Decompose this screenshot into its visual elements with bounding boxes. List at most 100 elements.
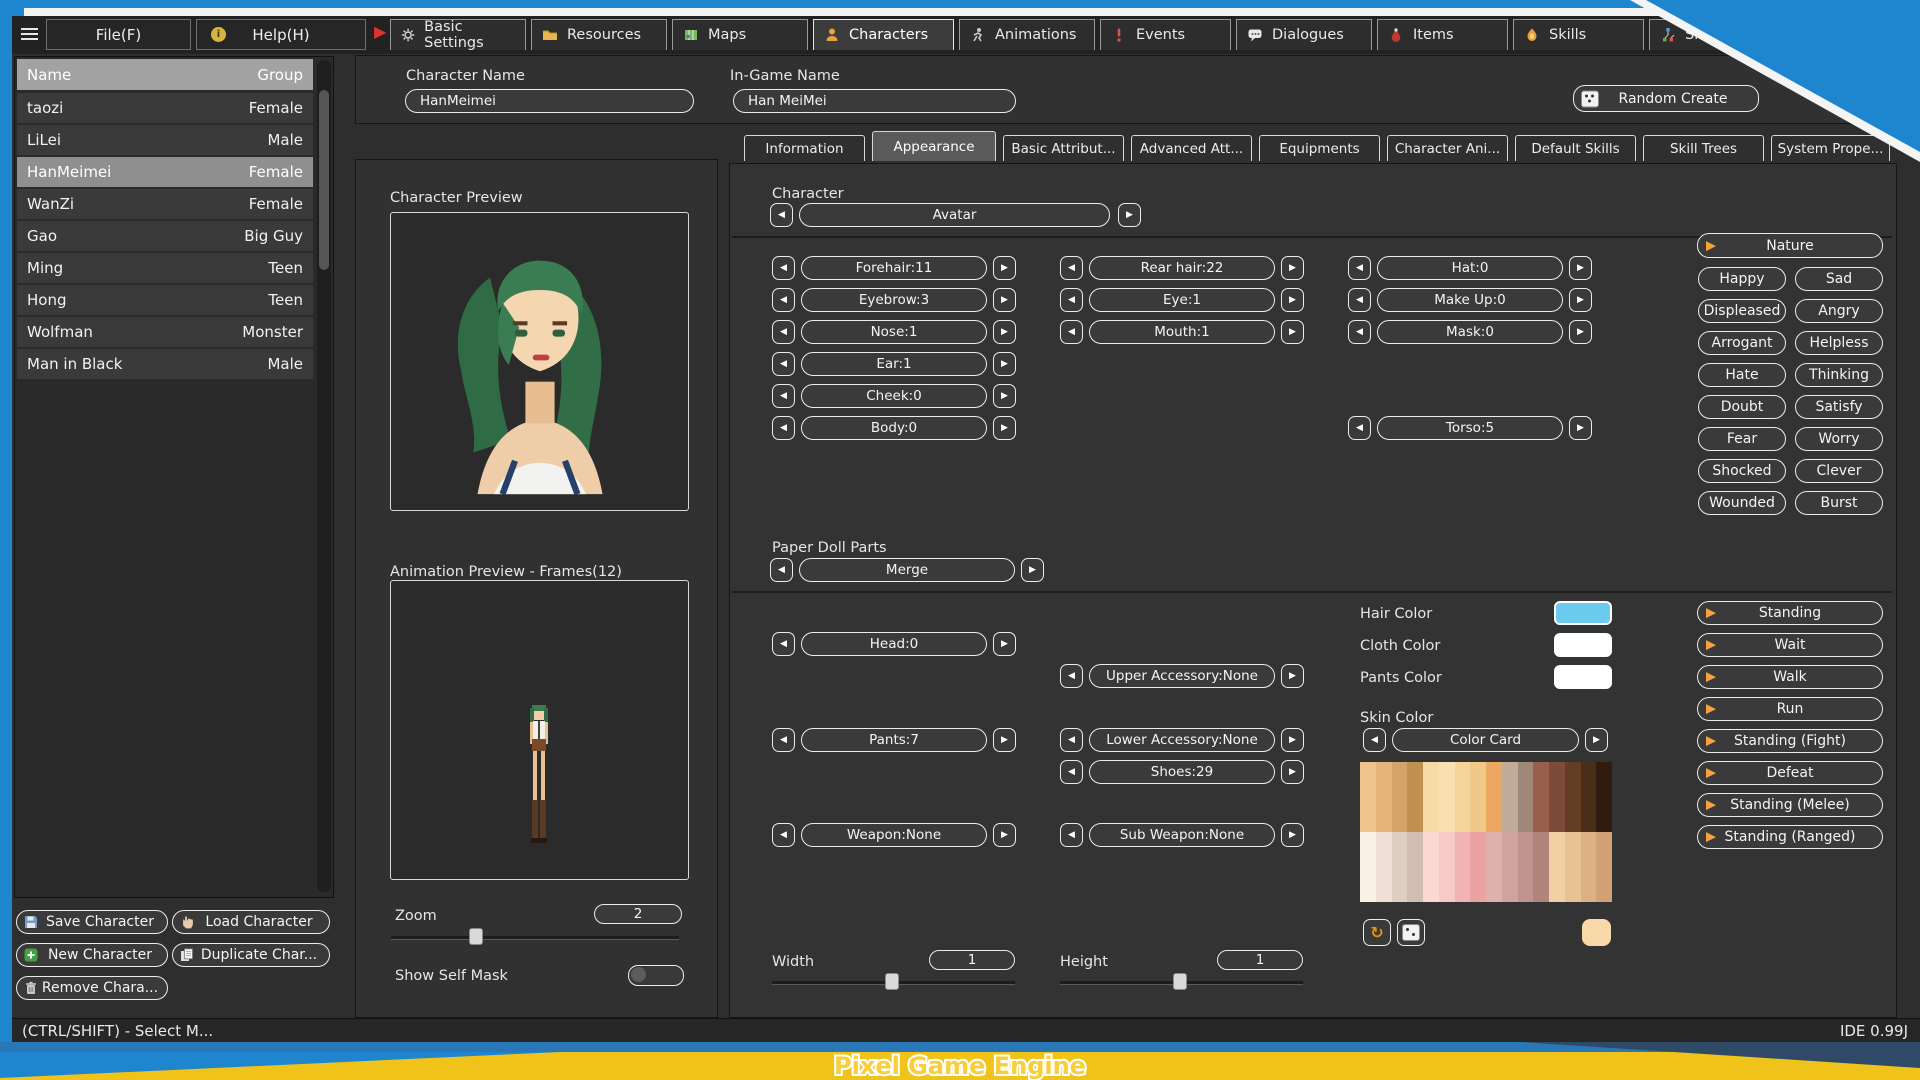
- rearhair-next[interactable]: ▶: [1281, 256, 1304, 280]
- emotion-clever[interactable]: Clever: [1795, 459, 1883, 483]
- upper-accessory-prev[interactable]: ◀: [1060, 664, 1083, 688]
- palette-swatch[interactable]: [1391, 832, 1408, 902]
- emotion-angry[interactable]: Angry: [1795, 299, 1883, 323]
- mask-next[interactable]: ▶: [1569, 320, 1592, 344]
- palette-swatch[interactable]: [1407, 832, 1423, 902]
- pose-wait[interactable]: ▶ Wait: [1697, 633, 1883, 657]
- emotion-displeased[interactable]: Displeased: [1698, 299, 1786, 323]
- tab-skill-trees-editor[interactable]: Skill Trees: [1643, 135, 1764, 161]
- pose-run[interactable]: ▶ Run: [1697, 697, 1883, 721]
- shoes-prev[interactable]: ◀: [1060, 760, 1083, 784]
- eye-next[interactable]: ▶: [1281, 288, 1304, 312]
- color-card-next[interactable]: ▶: [1585, 728, 1608, 752]
- remove-character-button[interactable]: Remove Chara...: [16, 976, 168, 1000]
- pose-standing-melee[interactable]: ▶ Standing (Melee): [1697, 793, 1883, 817]
- palette-swatch[interactable]: [1564, 762, 1581, 832]
- tab-system-properties[interactable]: System Prope...: [1771, 135, 1890, 161]
- random-color-button[interactable]: [1397, 919, 1425, 946]
- nose-selector[interactable]: Nose:1: [801, 320, 987, 344]
- zoom-value[interactable]: 2: [594, 904, 682, 924]
- hamburger-icon[interactable]: [21, 25, 38, 43]
- torso-prev[interactable]: ◀: [1348, 416, 1371, 440]
- lower-accessory-selector[interactable]: Lower Accessory:None: [1089, 728, 1275, 752]
- selected-skin-swatch[interactable]: [1582, 919, 1611, 946]
- palette-swatch[interactable]: [1533, 832, 1549, 902]
- makeup-next[interactable]: ▶: [1569, 288, 1592, 312]
- tab-basic-settings[interactable]: Basic Settings: [390, 19, 526, 51]
- body-selector[interactable]: Body:0: [801, 416, 987, 440]
- makeup-prev[interactable]: ◀: [1348, 288, 1371, 312]
- palette-swatch[interactable]: [1391, 762, 1408, 832]
- hat-next[interactable]: ▶: [1569, 256, 1592, 280]
- self-mask-toggle[interactable]: [628, 965, 684, 986]
- torso-selector[interactable]: Torso:5: [1377, 416, 1563, 440]
- hat-prev[interactable]: ◀: [1348, 256, 1371, 280]
- tab-advanced-attributes[interactable]: Advanced Att...: [1131, 135, 1252, 161]
- palette-swatch[interactable]: [1360, 762, 1376, 832]
- palette-swatch[interactable]: [1501, 762, 1518, 832]
- emotion-helpless[interactable]: Helpless: [1795, 331, 1883, 355]
- emotion-sad[interactable]: Sad: [1795, 267, 1883, 291]
- sub-weapon-selector[interactable]: Sub Weapon:None: [1089, 823, 1275, 847]
- tab-character-animations[interactable]: Character Ani...: [1387, 135, 1508, 161]
- emotion-shocked[interactable]: Shocked: [1698, 459, 1786, 483]
- list-item[interactable]: Wolfman Monster: [17, 317, 313, 347]
- palette-swatch[interactable]: [1438, 832, 1455, 902]
- pants-prev[interactable]: ◀: [772, 728, 795, 752]
- makeup-selector[interactable]: Make Up:0: [1377, 288, 1563, 312]
- forehair-next[interactable]: ▶: [993, 256, 1016, 280]
- palette-swatch[interactable]: [1407, 762, 1423, 832]
- weapon-selector[interactable]: Weapon:None: [801, 823, 987, 847]
- forehair-selector[interactable]: Forehair:11: [801, 256, 987, 280]
- duplicate-character-button[interactable]: Duplicate Char...: [172, 943, 330, 967]
- palette-swatch[interactable]: [1423, 762, 1439, 832]
- palette-swatch[interactable]: [1549, 832, 1565, 902]
- pants-color-swatch[interactable]: [1554, 665, 1612, 689]
- emotion-worry[interactable]: Worry: [1795, 427, 1883, 451]
- palette-swatch[interactable]: [1470, 832, 1486, 902]
- avatar-next-button[interactable]: ▶: [1118, 203, 1141, 227]
- width-value[interactable]: 1: [929, 950, 1015, 970]
- list-item[interactable]: WanZi Female: [17, 189, 313, 219]
- mask-prev[interactable]: ◀: [1348, 320, 1371, 344]
- weapon-prev[interactable]: ◀: [772, 823, 795, 847]
- merge-next[interactable]: ▶: [1021, 558, 1044, 582]
- palette-swatch[interactable]: [1580, 762, 1597, 832]
- list-item[interactable]: LiLei Male: [17, 125, 313, 155]
- palette-swatch[interactable]: [1486, 832, 1502, 902]
- nose-next[interactable]: ▶: [993, 320, 1016, 344]
- emotion-wounded[interactable]: Wounded: [1698, 491, 1786, 515]
- mouth-next[interactable]: ▶: [1281, 320, 1304, 344]
- list-scrollbar[interactable]: [317, 60, 331, 892]
- emotion-happy[interactable]: Happy: [1698, 267, 1786, 291]
- color-card-prev[interactable]: ◀: [1363, 728, 1386, 752]
- head-selector[interactable]: Head:0: [801, 632, 987, 656]
- lower-accessory-next[interactable]: ▶: [1281, 728, 1304, 752]
- tab-equipments[interactable]: Equipments: [1259, 135, 1380, 161]
- palette-swatch[interactable]: [1375, 762, 1392, 832]
- avatar-prev-button[interactable]: ◀: [770, 203, 793, 227]
- cheek-selector[interactable]: Cheek:0: [801, 384, 987, 408]
- mouth-prev[interactable]: ◀: [1060, 320, 1083, 344]
- cloth-color-swatch[interactable]: [1554, 633, 1612, 657]
- menu-file[interactable]: File(F): [46, 19, 191, 50]
- new-character-button[interactable]: New Character: [16, 943, 168, 967]
- upper-accessory-next[interactable]: ▶: [1281, 664, 1304, 688]
- body-next[interactable]: ▶: [993, 416, 1016, 440]
- cheek-prev[interactable]: ◀: [772, 384, 795, 408]
- nose-prev[interactable]: ◀: [772, 320, 795, 344]
- tab-default-skills[interactable]: Default Skills: [1515, 135, 1636, 161]
- list-item[interactable]: Man in Black Male: [17, 349, 313, 379]
- ear-prev[interactable]: ◀: [772, 352, 795, 376]
- palette-swatch[interactable]: [1533, 762, 1549, 832]
- rearhair-prev[interactable]: ◀: [1060, 256, 1083, 280]
- emotion-doubt[interactable]: Doubt: [1698, 395, 1786, 419]
- emotion-arrogant[interactable]: Arrogant: [1698, 331, 1786, 355]
- palette-swatch[interactable]: [1423, 832, 1439, 902]
- shoes-selector[interactable]: Shoes:29: [1089, 760, 1275, 784]
- forehair-prev[interactable]: ◀: [772, 256, 795, 280]
- emotion-fear[interactable]: Fear: [1698, 427, 1786, 451]
- tab-events[interactable]: Events: [1100, 19, 1231, 50]
- cheek-next[interactable]: ▶: [993, 384, 1016, 408]
- palette-swatch[interactable]: [1596, 762, 1612, 832]
